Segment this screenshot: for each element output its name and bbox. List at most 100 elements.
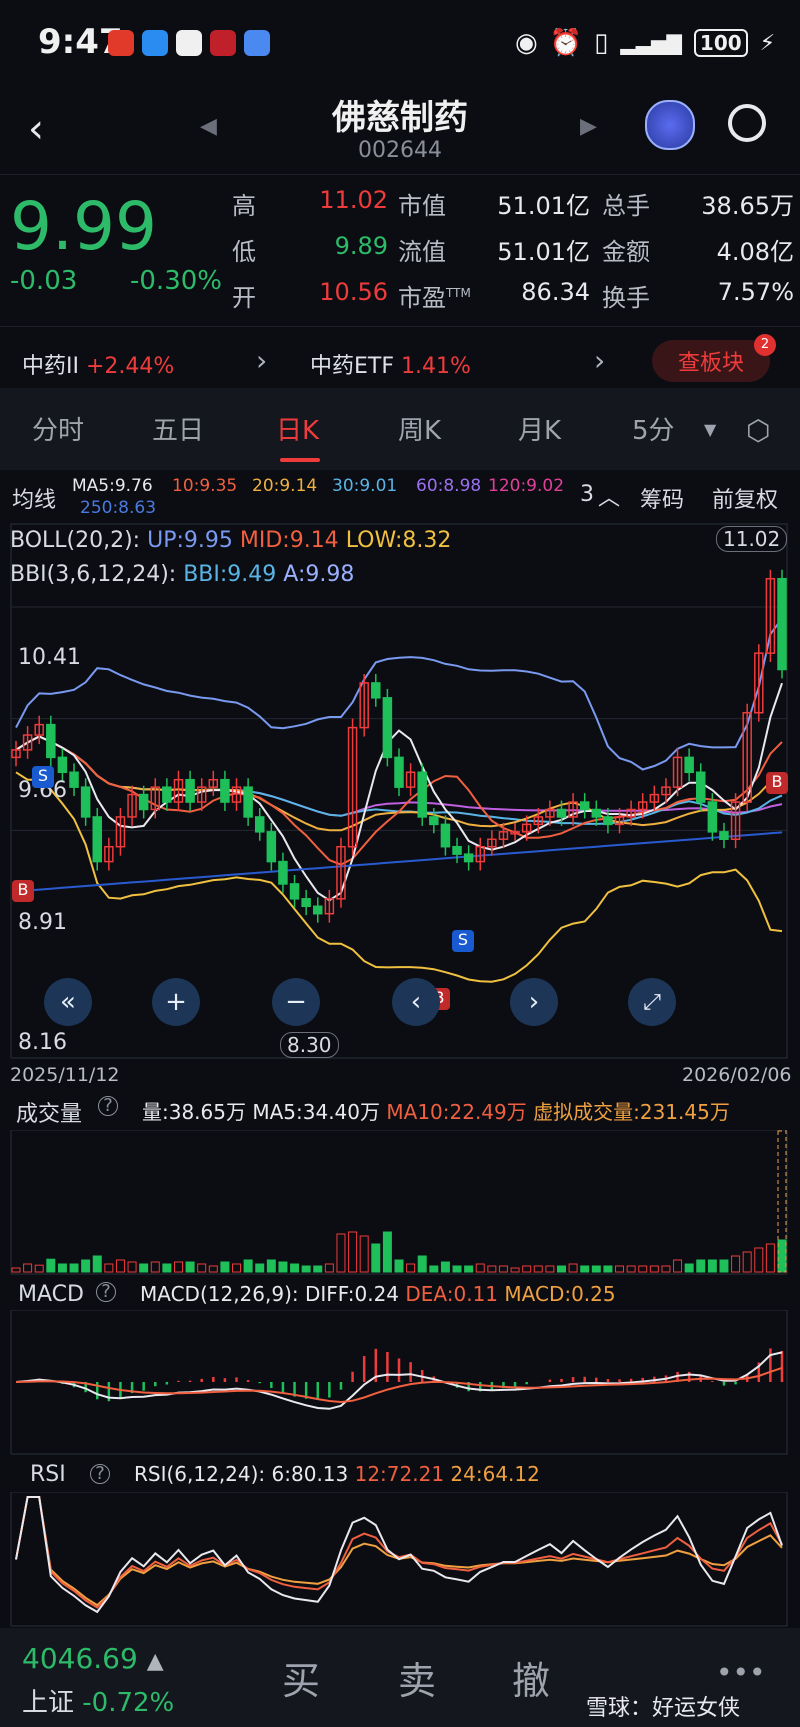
tab-weekly-k[interactable]: 周K (398, 410, 441, 447)
volume-bar (23, 1263, 33, 1273)
ma20-value: 20:9.14 (252, 476, 318, 496)
zoom-out-button[interactable]: − (272, 978, 320, 1026)
boll-prefix: BOLL(20,2): (10, 528, 141, 553)
rsi-24: 24:64.12 (450, 1462, 540, 1486)
zoom-in-button[interactable]: + (152, 978, 200, 1026)
volume-info: 量:38.65万 MA5:34.40万 MA10:22.49万 虚拟成交量:23… (142, 1096, 730, 1125)
help-icon[interactable]: ? (98, 1096, 118, 1116)
buy-button[interactable]: 买 (282, 1650, 320, 1705)
volume-bar (150, 1261, 160, 1273)
bbi-prefix: BBI(3,6,12,24): (10, 562, 177, 587)
signal-icon: ▂▃▅▇ (620, 31, 682, 55)
scroll-left-button[interactable]: ‹ (392, 978, 440, 1026)
settings-hexagon-icon[interactable]: ⬡ (746, 414, 770, 447)
macd-header: MACD ? MACD(12,26,9): DIFF:0.24 DEA:0.11… (0, 1280, 800, 1314)
candle-body (556, 808, 567, 818)
boll-upper-line (15, 618, 783, 771)
volume-bar (742, 1251, 752, 1273)
turnover-amount-value: 4.08亿 (716, 238, 794, 266)
chevron-right-icon[interactable]: › (256, 344, 267, 377)
volume-bar (139, 1263, 149, 1273)
tab-5min[interactable]: 5分 (632, 410, 675, 447)
help-icon[interactable]: ? (90, 1464, 110, 1484)
candle-body (80, 786, 91, 818)
help-icon[interactable]: ? (96, 1282, 116, 1302)
sell-button[interactable]: 卖 (398, 1650, 436, 1705)
volume-bar (197, 1263, 207, 1273)
turnover-rate-value: 7.57% (717, 278, 794, 306)
candle-body (591, 808, 602, 818)
candle-body (429, 816, 439, 826)
volume-bar (603, 1265, 613, 1273)
volume-bar (580, 1265, 590, 1273)
assistant-bot-icon[interactable] (645, 100, 695, 150)
index-value[interactable]: 4046.69 ▲ (22, 1642, 164, 1675)
ma30-value: 30:9.01 (332, 476, 398, 496)
scroll-left-fast-button[interactable]: « (44, 978, 92, 1026)
volume-bar (243, 1259, 253, 1273)
ma-count[interactable]: 3 (580, 482, 594, 507)
kline-ma-lines (15, 618, 783, 983)
price-change-pct: -0.30% (130, 266, 222, 296)
macd-chart[interactable] (0, 1310, 800, 1456)
tab-five-day[interactable]: 五日 (152, 410, 204, 447)
mcap-label: 市值 (398, 192, 446, 220)
chip-button[interactable]: 筹码 (640, 482, 684, 514)
candle-body (220, 778, 230, 803)
candle-body (46, 723, 56, 759)
float-cap-value: 51.01亿 (497, 238, 590, 266)
index-name: 上证 (22, 1688, 75, 1718)
index-name-row[interactable]: 上证 -0.72% (22, 1682, 174, 1719)
pe-label: 市盈TTM (398, 284, 471, 312)
more-icon[interactable]: ••• (716, 1656, 766, 1689)
volume-bar (57, 1263, 67, 1273)
candle-body (138, 793, 149, 811)
app-icon-browser (176, 30, 202, 56)
volume-bar (684, 1263, 694, 1273)
volume-bar (46, 1258, 56, 1273)
volume-header: 成交量 ? 量:38.65万 MA5:34.40万 MA10:22.49万 虚拟… (0, 1094, 800, 1128)
volume-bar (173, 1261, 183, 1273)
volume-bar (464, 1265, 474, 1273)
rsi-chart[interactable] (0, 1492, 800, 1627)
scroll-right-button[interactable]: › (510, 978, 558, 1026)
chevron-right-icon[interactable]: › (594, 344, 605, 377)
cancel-order-button[interactable]: 撤 (512, 1650, 550, 1705)
volume-bar (406, 1263, 416, 1273)
dropdown-triangle-icon[interactable]: ▼ (704, 420, 716, 439)
tab-daily-k[interactable]: 日K (276, 410, 319, 447)
rsi-params: RSI(6,12,24): (134, 1462, 266, 1486)
volume-bar (301, 1265, 311, 1273)
volume-chart[interactable] (0, 1130, 800, 1276)
volume-bar (394, 1259, 404, 1273)
volume-bar (626, 1265, 636, 1273)
volume-bar (34, 1264, 44, 1273)
rsi-info: RSI(6,12,24): 6:80.13 12:72.21 24:64.12 (134, 1462, 540, 1486)
rsi-12: 12:72.21 (354, 1462, 445, 1486)
tab-intraday[interactable]: 分时 (32, 410, 84, 447)
next-stock-arrow-icon[interactable]: ▶ (580, 114, 597, 139)
price-high-tag: 11.02 (716, 526, 788, 552)
boll-up: UP:9.95 (147, 528, 233, 553)
chevron-up-icon[interactable]: ︿ (598, 480, 620, 512)
tab-monthly-k[interactable]: 月K (518, 410, 561, 447)
low-label: 低 (232, 238, 256, 266)
candle-body (452, 845, 462, 855)
sector-link-2[interactable]: 中药ETF 1.41% (310, 348, 471, 380)
kline-chart[interactable] (0, 522, 800, 1062)
volume-bar (81, 1259, 91, 1273)
candle-body (777, 577, 787, 671)
candle-body (162, 786, 172, 803)
search-icon[interactable] (728, 104, 766, 142)
buy-marker: B (12, 880, 34, 902)
fullscreen-icon[interactable]: ⤢ (628, 978, 676, 1026)
rsi-header: RSI ? RSI(6,12,24): 6:80.13 12:72.21 24:… (0, 1462, 800, 1494)
rsi-panel-label: RSI (30, 1462, 66, 1487)
check-sector-button[interactable]: 查板块 (652, 340, 770, 382)
adjust-button[interactable]: 前复权 (712, 482, 778, 514)
app-icon-news (210, 30, 236, 56)
volume-bar (765, 1243, 775, 1273)
volume-bars (11, 1130, 787, 1273)
volume-bar (754, 1247, 764, 1273)
sector-link-1[interactable]: 中药II +2.44% (22, 348, 174, 380)
